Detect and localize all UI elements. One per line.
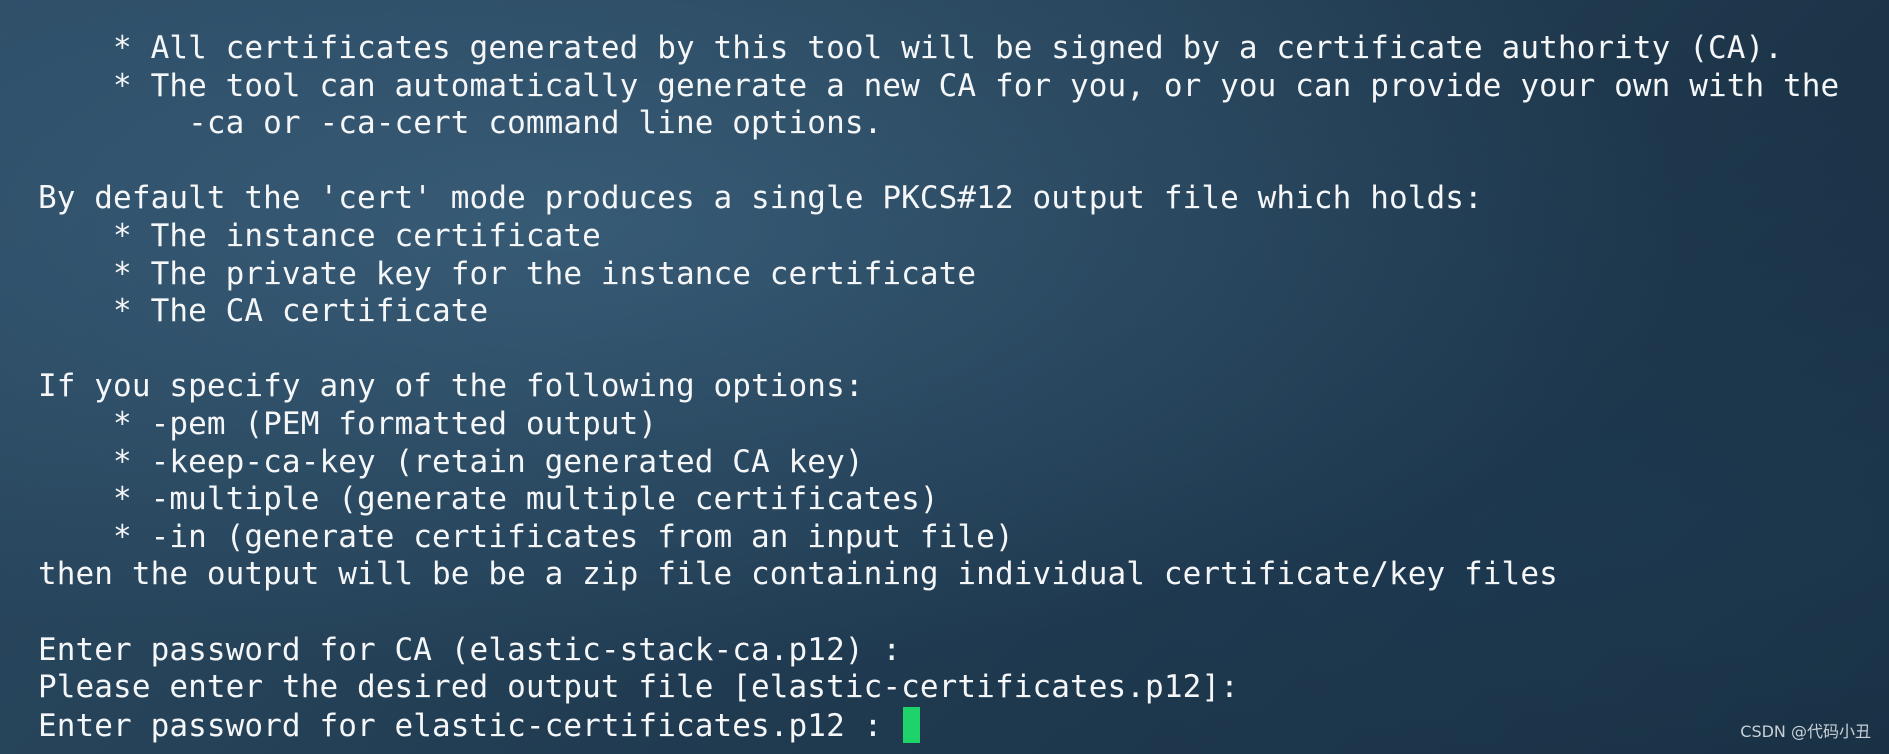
terminal-line: * The instance certificate [38,217,601,254]
terminal-line: then the output will be be a zip file co… [38,556,1558,593]
terminal-line: * All certificates generated by this too… [38,30,1784,66]
terminal-line: * The CA certificate [38,293,489,330]
terminal-line: Enter password for CA (elastic-stack-ca.… [38,631,902,668]
terminal-line: * -pem (PEM formatted output) [38,405,658,442]
terminal-line: * The tool can automatically generate a … [38,67,1840,104]
text-cursor[interactable] [903,706,921,743]
terminal-line: If you specify any of the following opti… [38,368,864,405]
terminal-line: * -multiple (generate multiple certifica… [38,481,939,518]
terminal-line: * -in (generate certificates from an inp… [38,518,1014,555]
terminal-line: -ca or -ca-cert command line options. [38,105,883,142]
watermark: CSDN @代码小丑 [1740,722,1871,741]
terminal-line: By default the 'cert' mode produces a si… [38,180,1483,217]
terminal-prompt: Enter password for elastic-certificates.… [38,707,902,744]
terminal-output[interactable]: * All certificates generated by this too… [38,30,1868,754]
terminal-line: * -keep-ca-key (retain generated CA key) [38,443,864,480]
terminal-line: Please enter the desired output file [el… [38,669,1239,706]
terminal-prompt-line[interactable]: Enter password for elastic-certificates.… [38,706,1868,745]
terminal-line: * The private key for the instance certi… [38,255,977,292]
